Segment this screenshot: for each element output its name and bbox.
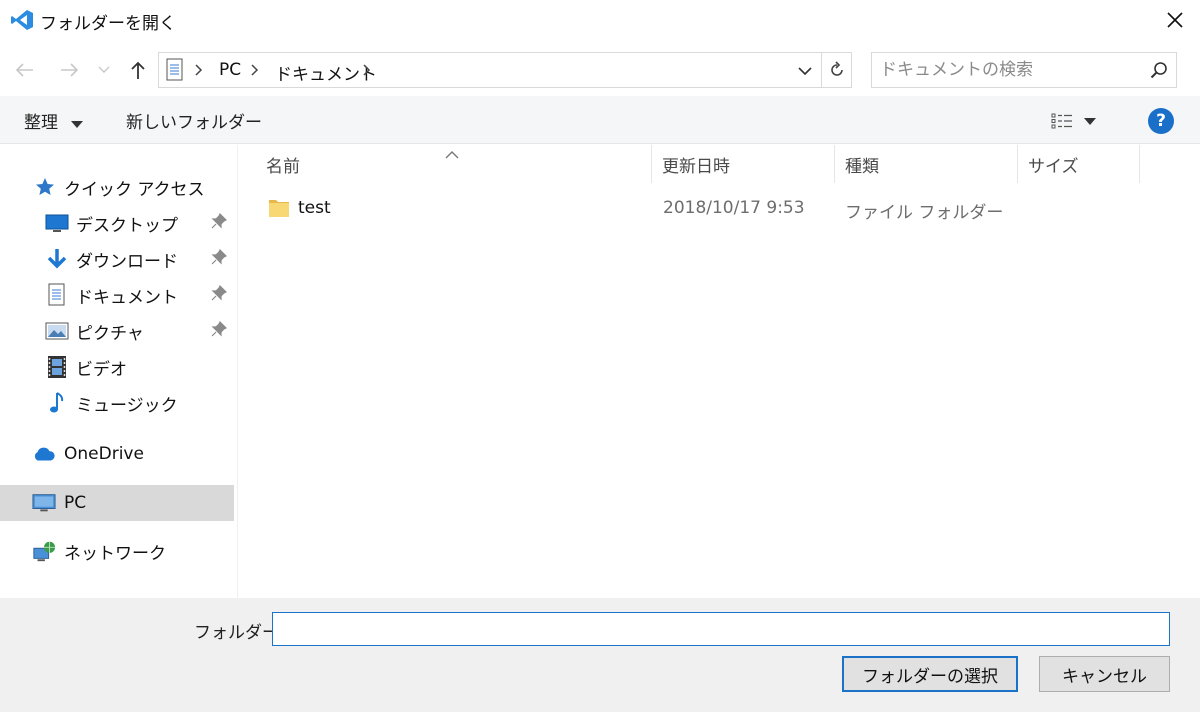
navigation-bar: PC ドキュメント xyxy=(0,48,1200,92)
dropdown-arrow-icon xyxy=(1084,117,1096,125)
breadcrumb-documents[interactable]: ドキュメント xyxy=(275,60,377,85)
sidebar-item-label: ピクチャ xyxy=(76,323,144,344)
pin-icon xyxy=(211,212,228,234)
refresh-button[interactable] xyxy=(822,52,852,88)
sidebar-item-label: デスクトップ xyxy=(76,215,178,236)
back-arrow-icon xyxy=(15,63,33,77)
computer-icon xyxy=(32,491,56,515)
column-header-type[interactable]: 種類 xyxy=(835,145,1018,183)
breadcrumb-chevron-icon xyxy=(195,62,203,82)
sidebar-item-videos[interactable]: ビデオ xyxy=(0,349,234,385)
sidebar-item-desktop[interactable]: デスクトップ xyxy=(0,205,234,241)
folder-name-input[interactable] xyxy=(272,612,1170,646)
music-icon xyxy=(45,391,69,415)
sidebar-item-label: ドキュメント xyxy=(76,287,178,308)
folder-icon xyxy=(268,197,290,224)
select-folder-button[interactable]: フォルダーの選択 xyxy=(842,656,1018,692)
organize-label: 整理 xyxy=(24,113,58,133)
sidebar-item-label: ビデオ xyxy=(76,359,127,380)
address-bar[interactable]: PC ドキュメント xyxy=(158,52,822,88)
details-view-icon xyxy=(1051,113,1072,129)
dialog-footer: フォルダー: フォルダーの選択 キャンセル xyxy=(0,598,1200,712)
sidebar-item-label: ネットワーク xyxy=(64,543,166,564)
sidebar-item-pc[interactable]: PC xyxy=(0,485,234,521)
up-button[interactable] xyxy=(124,56,152,84)
command-bar: 整理 新しいフォルダー xyxy=(0,96,1200,144)
desktop-icon xyxy=(45,211,69,235)
network-icon xyxy=(32,539,56,563)
file-row[interactable]: test 2018/10/17 9:53 ファイル フォルダー xyxy=(254,193,1134,225)
forward-button[interactable] xyxy=(56,56,84,84)
breadcrumb-chevron-icon xyxy=(251,62,259,82)
address-dropdown-button[interactable] xyxy=(793,59,817,83)
column-header-size[interactable]: サイズ xyxy=(1018,145,1140,183)
sidebar-item-label: PC xyxy=(64,493,87,513)
help-button[interactable]: ? xyxy=(1148,108,1174,134)
column-header-date[interactable]: 更新日時 xyxy=(652,145,835,183)
change-view-button[interactable] xyxy=(1050,108,1110,134)
cloud-icon xyxy=(32,442,56,466)
navigation-pane: クイック アクセス デスクトップ ダウンロード ドキュメント ピクチャ ビデオ … xyxy=(0,145,238,598)
organize-menu-button[interactable]: 整理 xyxy=(24,108,84,133)
dropdown-arrow-icon xyxy=(71,113,84,133)
download-icon xyxy=(45,247,69,271)
sidebar-item-quick-access[interactable]: クイック アクセス xyxy=(0,169,234,205)
picture-icon xyxy=(45,319,69,343)
up-arrow-icon xyxy=(131,61,145,79)
star-icon xyxy=(33,175,57,199)
refresh-icon xyxy=(830,61,843,76)
file-list: 名前 更新日時 種類 サイズ test 2018/10/17 9:53 ファイル… xyxy=(238,145,1200,598)
pin-icon xyxy=(211,248,228,270)
pin-icon xyxy=(211,284,228,306)
sidebar-item-onedrive[interactable]: OneDrive xyxy=(0,436,234,472)
back-button[interactable] xyxy=(10,56,38,84)
pin-icon xyxy=(211,320,228,342)
sidebar-item-documents[interactable]: ドキュメント xyxy=(0,277,234,313)
video-icon xyxy=(45,355,69,379)
close-icon xyxy=(1167,12,1183,28)
sidebar-item-label: OneDrive xyxy=(64,444,144,464)
search-input[interactable] xyxy=(880,58,1140,82)
file-name: test xyxy=(298,198,331,218)
breadcrumb-chevron-icon[interactable] xyxy=(363,62,371,82)
sidebar-item-label: ダウンロード xyxy=(76,251,178,272)
title-bar: フォルダーを開く xyxy=(0,0,1200,40)
recent-locations-button[interactable] xyxy=(94,56,114,84)
sidebar-item-network[interactable]: ネットワーク xyxy=(0,533,234,569)
sidebar-item-downloads[interactable]: ダウンロード xyxy=(0,241,234,277)
close-button[interactable] xyxy=(1150,0,1200,40)
document-location-icon xyxy=(165,58,185,87)
file-type: ファイル フォルダー xyxy=(845,203,1004,223)
sidebar-item-music[interactable]: ミュージック xyxy=(0,385,234,421)
sidebar-item-label: ミュージック xyxy=(76,395,178,416)
vscode-icon xyxy=(10,9,34,31)
chevron-down-icon xyxy=(98,66,110,73)
search-icon[interactable] xyxy=(1150,61,1168,84)
breadcrumb-pc[interactable]: PC xyxy=(219,60,241,80)
document-icon xyxy=(45,283,69,307)
cancel-button[interactable]: キャンセル xyxy=(1039,656,1170,692)
forward-arrow-icon xyxy=(61,63,79,77)
new-folder-button[interactable]: 新しいフォルダー xyxy=(126,108,262,133)
sidebar-item-pictures[interactable]: ピクチャ xyxy=(0,313,234,349)
chevron-down-icon xyxy=(798,66,812,75)
search-box[interactable] xyxy=(871,52,1177,88)
file-date: 2018/10/17 9:53 xyxy=(663,198,805,218)
sidebar-item-label: クイック アクセス xyxy=(64,179,205,200)
column-header-name[interactable]: 名前 xyxy=(256,145,652,183)
window-title: フォルダーを開く xyxy=(40,14,176,34)
